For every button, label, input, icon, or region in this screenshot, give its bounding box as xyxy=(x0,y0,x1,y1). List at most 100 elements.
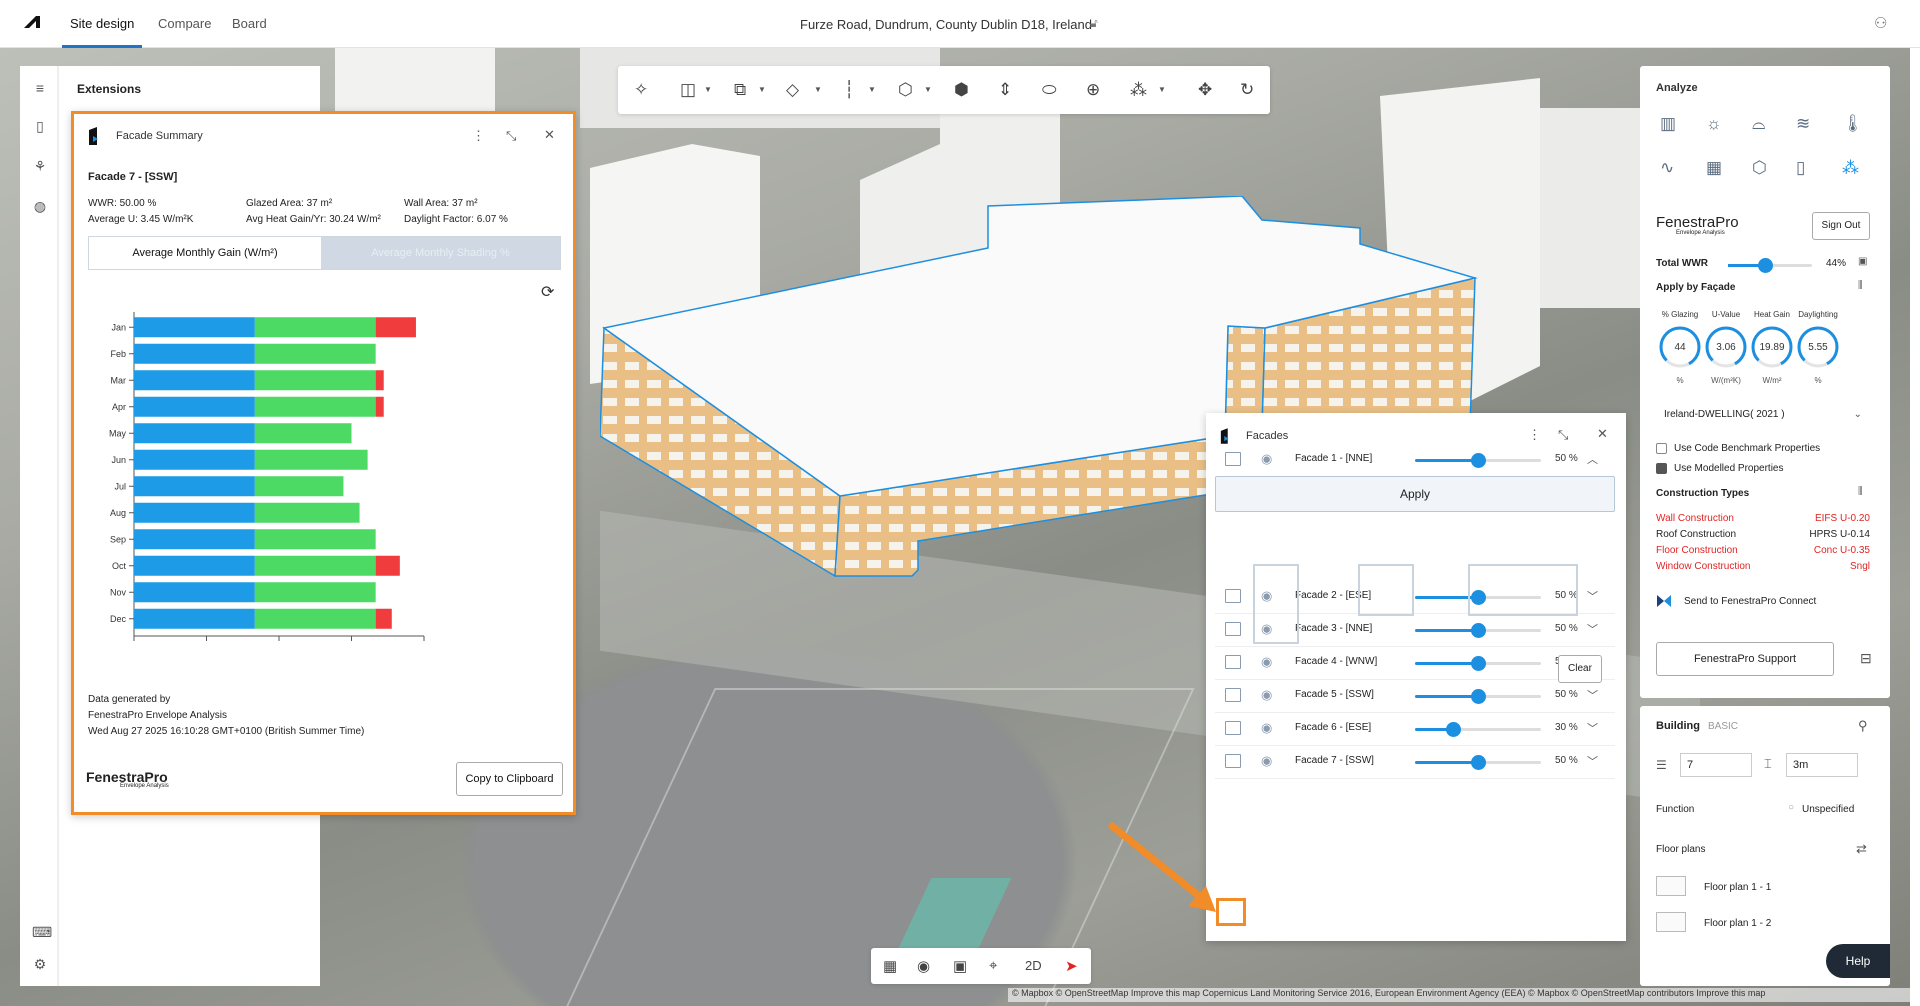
send-to-connect-link[interactable]: Send to FenestraPro Connect xyxy=(1684,596,1816,607)
focus-icon[interactable]: ⌖ xyxy=(989,957,997,974)
settings-icon[interactable]: ⚙ xyxy=(32,956,48,972)
chevron-down-icon[interactable]: ▼ xyxy=(868,85,876,94)
users-icon[interactable]: ⚇ xyxy=(1874,14,1887,32)
unlock-icon[interactable]: 🔓︎ xyxy=(1090,16,1098,31)
facade-wwr-slider[interactable] xyxy=(1415,689,1541,704)
facade-row[interactable]: ◉Facade 4 - [WNW]50 %﹀ xyxy=(1215,646,1615,680)
eye-icon[interactable]: ◉ xyxy=(1261,451,1272,467)
thermometer-icon[interactable]: 🌡︎ xyxy=(1842,114,1864,134)
tag-icon[interactable]: ⬭ xyxy=(1042,80,1057,100)
keyboard-icon[interactable]: ⌨ xyxy=(32,924,52,940)
facade-wwr-slider[interactable] xyxy=(1415,453,1541,468)
facade-wwr-slider[interactable] xyxy=(1415,722,1541,737)
fenestrapro-extension-icon[interactable]: ⁂ xyxy=(1842,158,1859,178)
tab-compare[interactable]: Compare xyxy=(158,16,211,31)
cube-icon[interactable]: ⬡ xyxy=(898,80,913,100)
building-settings-icon[interactable]: ⚲ xyxy=(1858,718,1868,734)
facade-summary-icon[interactable] xyxy=(1225,452,1241,466)
facade-row[interactable]: ◉ Facade 5 - [SSW] 50 % ﹀ xyxy=(1215,679,1615,713)
facade-summary-icon[interactable] xyxy=(1225,688,1241,702)
facade-wwr-slider[interactable] xyxy=(1415,656,1541,671)
2d-toggle[interactable]: 2D xyxy=(1025,958,1042,973)
chevron-down-icon[interactable]: ▼ xyxy=(924,85,932,94)
solar-panel-icon[interactable]: ▦ xyxy=(1706,158,1722,178)
sign-out-button[interactable]: Sign Out xyxy=(1812,212,1870,240)
chevron-down-icon[interactable]: ▼ xyxy=(758,85,766,94)
tab-board[interactable]: Board xyxy=(232,16,267,31)
measure-icon[interactable]: ⇕ xyxy=(998,80,1012,100)
benchmark-select[interactable]: Ireland-DWELLING( 2021 ) ⌄ xyxy=(1656,404,1870,426)
extensions-icon[interactable]: ⚘ xyxy=(32,158,48,174)
eye-icon[interactable]: ◉ xyxy=(1261,687,1272,703)
menu-icon[interactable]: ≡ xyxy=(32,80,48,96)
floor-plan-item[interactable]: Floor plan 1 - 2 xyxy=(1704,918,1771,929)
use-code-benchmark-checkbox[interactable] xyxy=(1656,443,1667,454)
window-type-square[interactable] xyxy=(1358,564,1414,616)
more-options-icon[interactable]: ⋮ xyxy=(1528,427,1541,443)
globe-icon[interactable]: ◍ xyxy=(32,198,48,214)
construction-name[interactable]: Roof Construction xyxy=(1656,529,1736,540)
construction-name[interactable]: Wall Construction xyxy=(1656,513,1734,524)
camera-icon[interactable]: ▣ xyxy=(953,957,967,975)
draw-area-icon[interactable]: ◫ xyxy=(680,80,696,100)
rotate-icon[interactable]: ↻ xyxy=(1240,80,1254,100)
swap-icon[interactable]: ⇄ xyxy=(1856,841,1867,857)
tab-average-monthly-shading[interactable]: Average Monthly Shading % xyxy=(321,237,560,269)
compass-icon[interactable]: ➤ xyxy=(1065,957,1078,975)
facade-summary-icon[interactable] xyxy=(1225,622,1241,636)
chevron-down-icon[interactable]: ▼ xyxy=(704,85,712,94)
map-attribution[interactable]: © Mapbox © OpenStreetMap Improve this ma… xyxy=(1008,988,1920,1002)
facade-summary-icon[interactable] xyxy=(1225,655,1241,669)
monitor-icon[interactable]: ▣ xyxy=(1858,256,1867,267)
layers-icon[interactable]: ⧉ xyxy=(734,80,746,100)
door-icon[interactable]: ▯ xyxy=(1796,158,1805,178)
floors-input[interactable]: 7 xyxy=(1680,753,1752,777)
tab-site-design[interactable]: Site design xyxy=(70,16,134,31)
box-icon[interactable]: ⬢ xyxy=(954,80,969,100)
facade-row[interactable]: ◉ Facade 1 - [NNE] 50 % ︿ xyxy=(1215,443,1615,477)
expand-chevron-icon[interactable]: ﹀ xyxy=(1587,621,1598,637)
total-wwr-slider[interactable] xyxy=(1728,258,1812,273)
sliders-icon[interactable]: ⫼ xyxy=(1858,486,1863,497)
expand-chevron-icon[interactable]: ︿ xyxy=(1587,451,1598,467)
construction-name[interactable]: Floor Construction xyxy=(1656,545,1738,556)
copy-to-clipboard-button[interactable]: Copy to Clipboard xyxy=(456,762,563,796)
chevron-down-icon[interactable]: ▼ xyxy=(1158,85,1166,94)
facade-summary-icon[interactable] xyxy=(1225,589,1241,603)
basket-icon[interactable]: ⊟ xyxy=(1860,650,1872,667)
generate-icon[interactable]: ✧ xyxy=(634,80,648,100)
app-logo-icon[interactable] xyxy=(22,14,42,30)
function-value[interactable]: Unspecified xyxy=(1802,804,1854,815)
expand-chevron-icon[interactable]: ﹀ xyxy=(1587,588,1598,604)
expand-chevron-icon[interactable]: ﹀ xyxy=(1587,720,1598,736)
plane-icon[interactable]: ◇ xyxy=(786,80,799,100)
collapse-icon[interactable]: ⤡ xyxy=(506,128,516,144)
noise-icon[interactable]: ∿ xyxy=(1660,158,1674,178)
move-icon[interactable]: ✥ xyxy=(1198,80,1212,100)
eye-icon[interactable]: ◉ xyxy=(1261,654,1272,670)
project-address[interactable]: Furze Road, Dundrum, County Dublin D18, … xyxy=(800,17,1092,32)
book-icon[interactable]: ▯ xyxy=(32,118,48,134)
refresh-icon[interactable]: ⟳ xyxy=(541,282,554,302)
window-type-wide[interactable] xyxy=(1468,564,1578,616)
close-icon[interactable]: ✕ xyxy=(1597,426,1608,442)
floor-height-input[interactable]: 3m xyxy=(1786,753,1858,777)
wind-icon[interactable]: ≋ xyxy=(1796,114,1810,134)
section-icon[interactable]: ┆ xyxy=(844,80,854,100)
bar-chart-icon[interactable]: ▥ xyxy=(1660,114,1676,134)
expand-chevron-icon[interactable]: ﹀ xyxy=(1587,687,1598,703)
facade-row[interactable]: ◉ Facade 7 - [SSW] 50 % ﹀ xyxy=(1215,745,1615,779)
apply-button[interactable]: Apply xyxy=(1215,476,1615,512)
floor-plan-item[interactable]: Floor plan 1 - 1 xyxy=(1704,882,1771,893)
more-options-icon[interactable]: ⋮ xyxy=(472,128,485,144)
tab-average-monthly-gain[interactable]: Average Monthly Gain (W/m²) xyxy=(89,237,321,269)
facade-wwr-slider[interactable] xyxy=(1415,755,1541,770)
hexagon-icon[interactable]: ⬡ xyxy=(1752,158,1767,178)
close-icon[interactable]: ✕ xyxy=(544,127,555,143)
window-type-tall[interactable] xyxy=(1253,564,1299,644)
chevron-down-icon[interactable]: ▼ xyxy=(814,85,822,94)
clear-button[interactable]: Clear xyxy=(1558,655,1602,683)
expand-chevron-icon[interactable]: ﹀ xyxy=(1587,753,1598,769)
floorplan-icon[interactable]: ▦ xyxy=(883,957,897,975)
facade-wwr-slider[interactable] xyxy=(1415,623,1541,638)
